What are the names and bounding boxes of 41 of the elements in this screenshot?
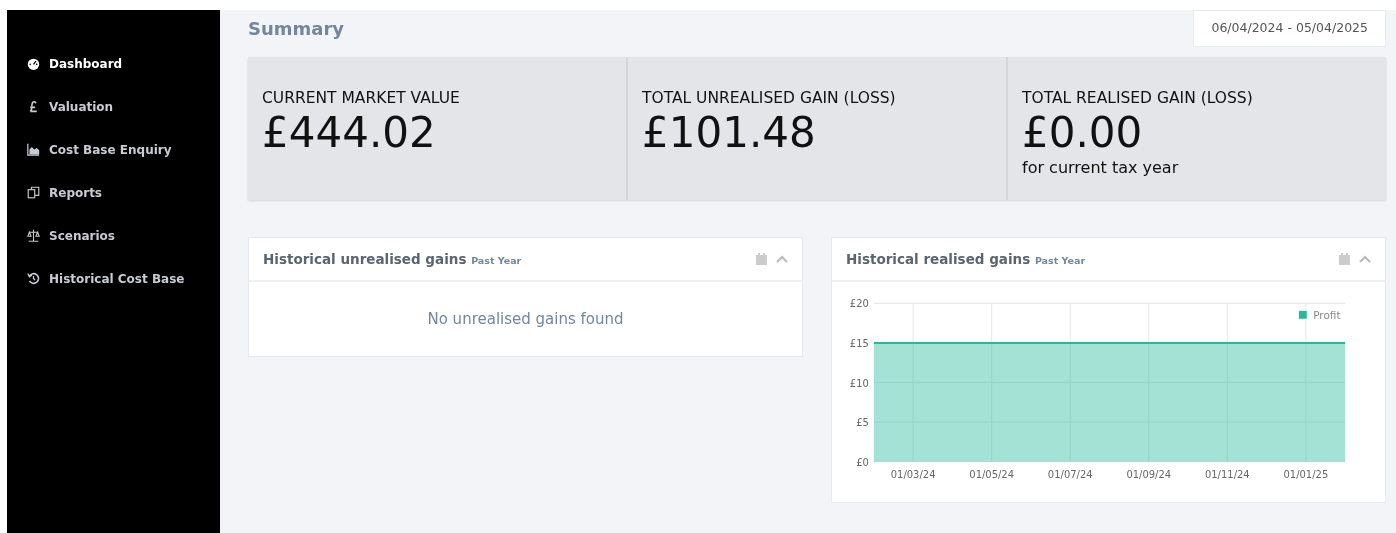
stat-value: £444.02 [262, 110, 436, 157]
stat-label: CURRENT MARKET VALUE [262, 88, 460, 109]
area-chart-icon [27, 143, 40, 156]
scale-icon [27, 229, 40, 242]
axis-label: £10 [849, 377, 869, 389]
axis-label: 01/03/24 [890, 468, 936, 480]
page-title: Summary [248, 17, 345, 41]
axis-label: £20 [849, 298, 869, 310]
gauge-icon [27, 57, 40, 70]
calendar-icon[interactable] [1339, 253, 1350, 265]
sidebar-item[interactable]: Dashboard [7, 42, 220, 85]
stat-value: £101.48 [642, 110, 816, 157]
axis-label: £15 [849, 337, 869, 349]
sidebar-item[interactable]: Cost Base Enquiry [7, 128, 220, 171]
sidebar-item[interactable]: Historical Cost Base [7, 257, 220, 300]
calendar-icon[interactable] [756, 253, 767, 265]
stat-label: TOTAL UNREALISED GAIN (LOSS) [642, 88, 896, 109]
collapse-icon[interactable] [1359, 255, 1371, 263]
pound-icon [27, 100, 40, 113]
sidebar-item[interactable]: Scenarios [7, 214, 220, 257]
collapse-icon[interactable] [776, 255, 788, 263]
axis-label: £5 [856, 417, 869, 429]
empty-message: No unrealised gains found [426, 309, 625, 330]
history-icon [27, 272, 40, 285]
axis-label: 01/07/24 [1047, 468, 1093, 480]
stat-label: TOTAL REALISED GAIN (LOSS) [1022, 88, 1253, 109]
sidebar-item[interactable]: Valuation [7, 85, 220, 128]
axis-label: £0 [856, 456, 869, 468]
copy-icon [27, 186, 40, 199]
axis-label: 01/05/24 [969, 468, 1014, 480]
axis-label: 01/01/25 [1283, 468, 1329, 480]
legend-label: Profit [1313, 309, 1341, 322]
stat-note: for current tax year [1022, 157, 1179, 180]
stat-value: £0.00 [1022, 110, 1143, 157]
panel-title: Historical unrealised gains Past Year [263, 249, 522, 269]
axis-label: 01/11/24 [1204, 468, 1250, 480]
axis-label: 01/09/24 [1126, 468, 1172, 480]
panel-title: Historical realised gains Past Year [846, 249, 1086, 269]
legend-swatch [1297, 309, 1308, 320]
date-range-picker[interactable]: 06/04/2024 - 05/04/2025 [1193, 10, 1386, 47]
sidebar-item[interactable]: Reports [7, 171, 220, 214]
